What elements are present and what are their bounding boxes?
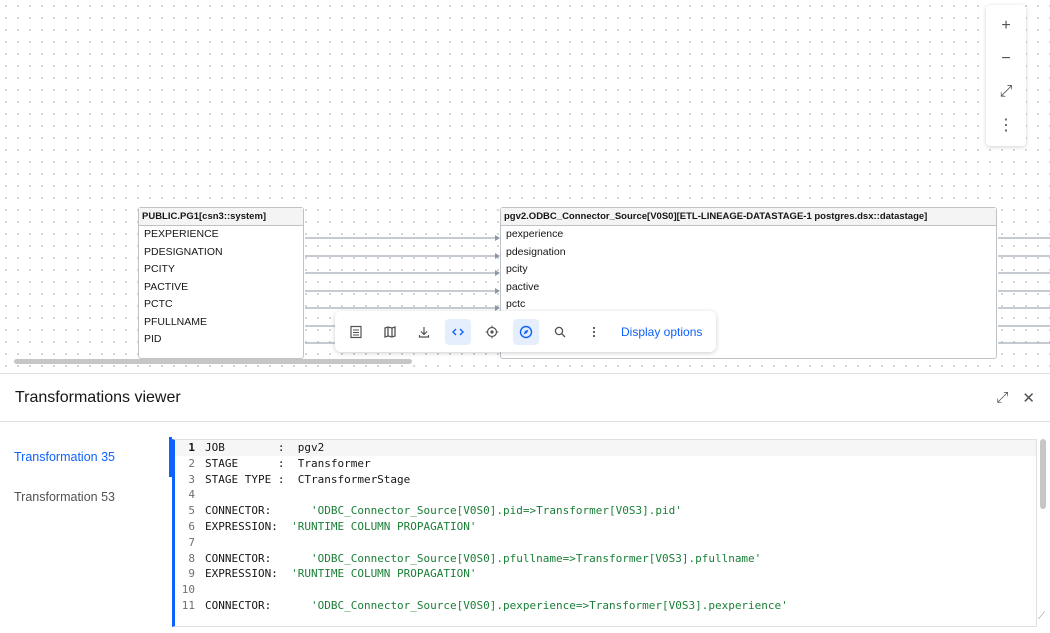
line-number: 5	[188, 504, 195, 518]
target-field[interactable]: pexperience	[501, 226, 996, 244]
line-number: 10	[181, 583, 195, 597]
code-line: 5 CONNECTOR: 'ODBC_Connector_Source[V0S0]…	[175, 503, 1036, 519]
horizontal-scrollbar[interactable]	[14, 359, 412, 364]
maximize-icon[interactable]: ⤢	[996, 389, 1008, 407]
code-icon	[452, 328, 464, 335]
resize-grip-icon[interactable]: ⟋	[1038, 611, 1045, 622]
overflow-menu-icon	[592, 326, 596, 337]
line-text: EXPRESSION:	[205, 567, 292, 581]
minus-icon: −	[1001, 49, 1011, 67]
viewer-header: Transformations viewer ⤢ ✕	[0, 374, 1050, 422]
line-number: 1	[188, 441, 195, 454]
line-text: STAGE : Transformer	[205, 456, 371, 470]
line-number: 3	[188, 472, 195, 486]
line-string: 'ODBC_Connector_Source[V0S0].pfullname=>…	[310, 551, 762, 565]
plus-icon: +	[1001, 16, 1011, 34]
code-line: 8 CONNECTOR: 'ODBC_Connector_Source[V0S0]…	[175, 551, 1036, 567]
line-number: 4	[188, 488, 195, 502]
canvas-toolbar: Display options	[335, 311, 716, 352]
search-icon	[554, 326, 566, 337]
line-number: 8	[188, 551, 195, 565]
source-field[interactable]: PCTC	[139, 296, 303, 314]
code-editor[interactable]: 1 JOB : pgv2 2 STAGE : Transformer 3 STAGE …	[172, 439, 1037, 627]
target-node-title: pgv2.ODBC_Connector_Source[V0S0][ETL-LIN…	[501, 208, 996, 226]
focus-button[interactable]	[479, 319, 505, 345]
zoom-in-button[interactable]: +	[990, 12, 1022, 40]
fit-view-button[interactable]: ⤢	[990, 78, 1022, 106]
transformation-list: Transformation 35 Transformation 53	[0, 422, 172, 517]
line-text: STAGE TYPE : CTransformerStage	[205, 472, 411, 486]
more-options-button[interactable]: ⋮	[990, 111, 1022, 139]
lineage-canvas[interactable]: + − ⤢ ⋮ PUBLIC.PG1[csn3::system] PEXPERI…	[0, 0, 1050, 373]
target-field[interactable]: pactive	[501, 279, 996, 297]
vertical-scrollbar[interactable]	[1040, 439, 1046, 509]
map-button[interactable]	[377, 319, 403, 345]
line-number: 2	[188, 456, 195, 470]
line-text: CONNECTOR:	[205, 551, 311, 565]
code-line: 4	[175, 487, 1036, 503]
code-line: 6 EXPRESSION: 'RUNTIME COLUMN PROPAGATION…	[175, 519, 1036, 535]
transformation-item[interactable]: Transformation 53	[0, 477, 172, 517]
code-line: 10	[175, 582, 1036, 598]
source-node[interactable]: PUBLIC.PG1[csn3::system] PEXPERIENCE PDE…	[138, 207, 304, 359]
code-line: 11 CONNECTOR: 'ODBC_Connector_Source[V0S0…	[175, 598, 1036, 614]
line-text: CONNECTOR:	[205, 598, 311, 612]
line-number: 6	[188, 519, 195, 533]
code-line: 3 STAGE TYPE : CTransformerStage	[175, 472, 1036, 488]
zoom-out-button[interactable]: −	[990, 45, 1022, 73]
expand-icon: ⤢	[999, 83, 1013, 101]
line-number: 9	[188, 567, 195, 581]
table-view-button[interactable]	[343, 319, 369, 345]
download-icon	[418, 326, 430, 338]
viewer-title: Transformations viewer	[15, 388, 181, 406]
source-field[interactable]: PCITY	[139, 261, 303, 279]
target-icon	[485, 325, 499, 338]
code-view-button[interactable]	[445, 318, 471, 345]
line-string: 'RUNTIME COLUMN PROPAGATION'	[291, 519, 477, 533]
source-field[interactable]: PACTIVE	[139, 279, 303, 297]
target-field[interactable]: pcity	[501, 261, 996, 279]
viewer-actions: ⤢ ✕	[996, 389, 1035, 407]
code-line: 9 EXPRESSION: 'RUNTIME COLUMN PROPAGATION…	[175, 566, 1036, 582]
map-icon	[384, 325, 396, 338]
download-button[interactable]	[411, 319, 437, 345]
display-options-link[interactable]: Display options	[621, 325, 702, 339]
line-text: EXPRESSION:	[205, 519, 292, 533]
source-field[interactable]: PID	[139, 331, 303, 349]
line-number: 11	[181, 598, 195, 612]
source-field[interactable]: PEXPERIENCE	[139, 226, 303, 244]
toolbar-more-button[interactable]	[581, 319, 607, 345]
line-string: 'RUNTIME COLUMN PROPAGATION'	[291, 567, 477, 581]
source-field[interactable]: PFULLNAME	[139, 314, 303, 332]
table-icon	[350, 325, 362, 338]
line-string: 'ODBC_Connector_Source[V0S0].pid=>Transf…	[310, 504, 682, 518]
source-field[interactable]: PDESIGNATION	[139, 244, 303, 262]
line-number: 7	[188, 535, 195, 549]
line-text: CONNECTOR:	[205, 504, 311, 518]
close-icon[interactable]: ✕	[1022, 389, 1035, 407]
compass-icon	[519, 325, 533, 338]
navigate-button[interactable]	[513, 318, 539, 345]
line-string: 'ODBC_Connector_Source[V0S0].pexperience…	[310, 598, 788, 612]
transformation-item[interactable]: Transformation 35	[0, 437, 172, 477]
source-node-title: PUBLIC.PG1[csn3::system]	[139, 208, 303, 226]
overflow-menu-icon: ⋮	[998, 117, 1014, 135]
code-line: 1 JOB : pgv2	[175, 440, 1036, 456]
line-text: JOB : pgv2	[205, 441, 325, 454]
zoom-controls: + − ⤢ ⋮	[986, 5, 1026, 146]
target-field[interactable]: pdesignation	[501, 244, 996, 262]
search-button[interactable]	[547, 319, 573, 345]
transformations-viewer: Transformations viewer ⤢ ✕ Transformatio…	[0, 373, 1050, 633]
code-line: 2 STAGE : Transformer	[175, 456, 1036, 472]
code-line: 7	[175, 535, 1036, 551]
